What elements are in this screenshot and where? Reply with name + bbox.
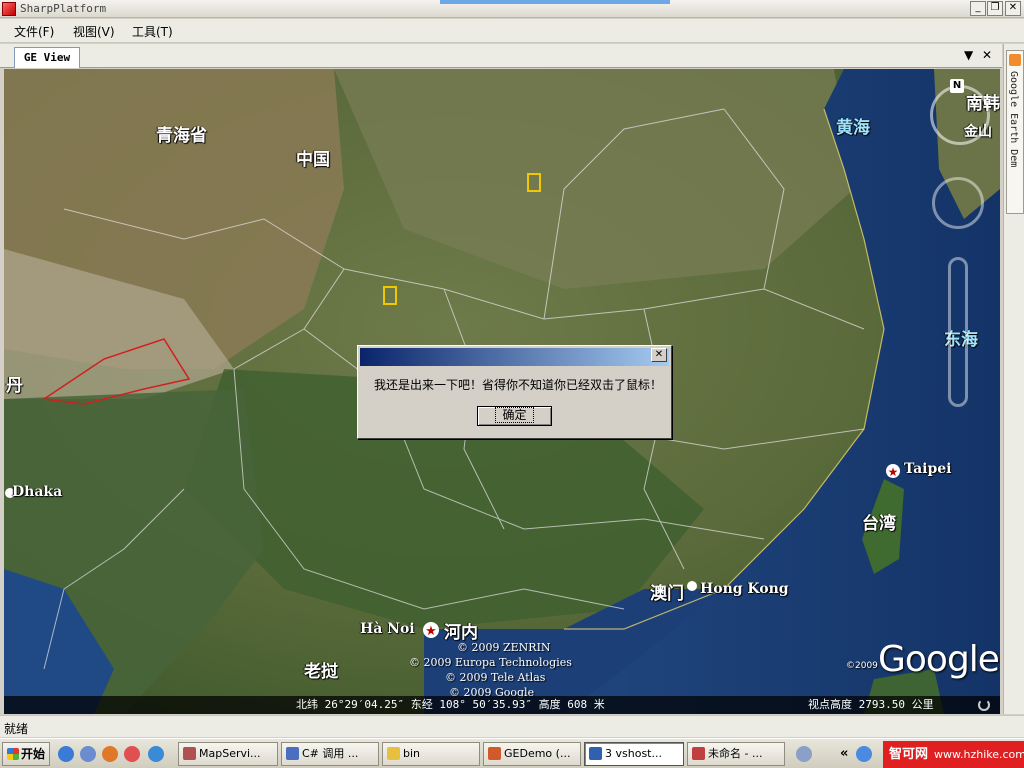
tray-icon[interactable] bbox=[796, 746, 812, 762]
quicklaunch-icon[interactable] bbox=[80, 746, 96, 762]
task-untitled[interactable]: 未命名 - ... bbox=[687, 742, 785, 766]
taskbar: 开始 MapServi... C# 调用 ... bin GEDemo (...… bbox=[0, 738, 1024, 768]
message-dialog: ✕ 我还是出来一下吧！省得你不知道你已经双击了鼠标！ 确定 bbox=[357, 345, 672, 439]
task-mapservice[interactable]: MapServi... bbox=[178, 742, 278, 766]
document-icon bbox=[286, 747, 299, 760]
network-icon[interactable] bbox=[856, 746, 872, 762]
minimize-button[interactable]: _ bbox=[970, 1, 986, 16]
google-copyright: ©2009 bbox=[846, 661, 878, 671]
tab-dropdown-icon[interactable]: ▼ bbox=[964, 48, 973, 62]
svg-text:★: ★ bbox=[888, 465, 899, 479]
task-csharp[interactable]: C# 调用 ... bbox=[281, 742, 379, 766]
folder-icon bbox=[387, 747, 400, 760]
window-title: SharpPlatform bbox=[20, 2, 107, 15]
dialog-title-bar[interactable] bbox=[360, 348, 669, 366]
google-logo: Google bbox=[878, 639, 1000, 680]
start-button[interactable]: 开始 bbox=[2, 742, 50, 766]
move-ring-control[interactable] bbox=[932, 177, 984, 229]
task-label: GEDemo (... bbox=[504, 747, 571, 760]
paint-icon bbox=[692, 747, 705, 760]
watermark: 智可网 www.hzhike.com bbox=[883, 741, 1024, 768]
map-copyright: © 2009 ZENRIN © 2009 Europa Technologies… bbox=[409, 640, 572, 700]
tab-close-icon[interactable]: ✕ bbox=[982, 48, 992, 62]
svg-text:★: ★ bbox=[425, 624, 437, 639]
menu-bar: 文件(F) 视图(V) 工具(T) bbox=[0, 19, 1024, 43]
label-qinghai: 青海省 bbox=[156, 126, 207, 146]
label-taipei: Taipei bbox=[904, 461, 952, 477]
right-dock-strip: Google Earth Dem bbox=[1003, 44, 1024, 714]
label-yellow-sea: 黄海 bbox=[836, 118, 870, 138]
copyright-line: © 2009 Europa Technologies bbox=[409, 656, 572, 669]
task-label: MapServi... bbox=[199, 747, 261, 760]
dialog-close-button[interactable]: ✕ bbox=[651, 348, 667, 362]
app-icon bbox=[488, 747, 501, 760]
dock-tab-label: Google Earth Dem bbox=[1008, 71, 1019, 168]
start-label: 开始 bbox=[21, 747, 46, 761]
look-ring-control[interactable] bbox=[930, 85, 990, 145]
navigation-controls[interactable]: N bbox=[924, 79, 1000, 407]
task-label: 未命名 - ... bbox=[708, 747, 763, 760]
app-icon bbox=[183, 747, 196, 760]
task-label: 3 vshost... bbox=[605, 747, 662, 760]
tab-ge-view[interactable]: GE View bbox=[14, 47, 80, 68]
app-icon bbox=[2, 2, 16, 16]
task-bin[interactable]: bin bbox=[382, 742, 480, 766]
rss-icon bbox=[1009, 54, 1021, 66]
task-label: bin bbox=[403, 747, 421, 760]
dialog-message: 我还是出来一下吧！省得你不知道你已经双击了鼠标！ bbox=[374, 378, 663, 392]
label-hong-kong: Hong Kong bbox=[700, 581, 789, 597]
north-icon[interactable]: N bbox=[950, 79, 964, 93]
task-gedemo[interactable]: GEDemo (... bbox=[483, 742, 581, 766]
menu-file[interactable]: 文件(F) bbox=[14, 23, 54, 40]
system-tray: « bbox=[790, 742, 884, 766]
ok-button[interactable]: 确定 bbox=[477, 406, 552, 426]
coordinate-readout: 北纬 26°29′04.25″ 东经 108° 50′35.93″ 高度 608… bbox=[296, 698, 605, 711]
ok-button-label: 确定 bbox=[495, 407, 534, 423]
app-status-bar: 就绪 bbox=[0, 715, 1024, 737]
title-bar[interactable]: SharpPlatform _ ❐ ✕ bbox=[0, 0, 1024, 18]
title-highlight bbox=[440, 0, 670, 4]
zoom-slider[interactable] bbox=[948, 257, 968, 407]
document-tab-bar: GE View ▼ ✕ bbox=[0, 44, 1002, 68]
copyright-line: © 2009 ZENRIN bbox=[457, 641, 551, 654]
copyright-line: © 2009 Tele Atlas bbox=[445, 671, 546, 684]
windows-flag-icon bbox=[7, 748, 19, 760]
media-icon[interactable] bbox=[102, 746, 118, 762]
label-china: 中国 bbox=[296, 150, 330, 170]
menu-tools[interactable]: 工具(T) bbox=[132, 23, 173, 40]
ie-icon[interactable] bbox=[58, 746, 74, 762]
tray-expand-icon[interactable]: « bbox=[840, 746, 848, 761]
close-window-button[interactable]: ✕ bbox=[1005, 1, 1021, 16]
dock-tab-google-earth[interactable]: Google Earth Dem bbox=[1006, 50, 1024, 214]
label-taiwan: 台湾 bbox=[862, 514, 896, 534]
task-vshost[interactable]: 3 vshost... bbox=[584, 742, 684, 766]
label-bhutan: 丹 bbox=[6, 376, 23, 396]
window-icon bbox=[589, 747, 602, 760]
loading-spinner-icon bbox=[978, 699, 990, 711]
map-status-bar: 北纬 26°29′04.25″ 东经 108° 50′35.93″ 高度 608… bbox=[4, 696, 1000, 714]
label-hanoi: Hà Noi bbox=[360, 621, 415, 637]
label-macau: 澳门 bbox=[650, 584, 684, 604]
browser-icon[interactable] bbox=[124, 746, 140, 762]
restore-button[interactable]: ❐ bbox=[987, 1, 1003, 16]
eye-altitude-readout: 视点高度 2793.50 公里 bbox=[808, 698, 934, 711]
label-dhaka: Dhaka bbox=[12, 484, 63, 500]
ie2-icon[interactable] bbox=[148, 746, 164, 762]
watermark-brand: 智可网 bbox=[889, 747, 929, 762]
label-laos: 老挝 bbox=[304, 662, 338, 682]
menu-view[interactable]: 视图(V) bbox=[73, 23, 115, 40]
task-label: C# 调用 ... bbox=[302, 747, 359, 760]
status-text: 就绪 bbox=[4, 722, 29, 736]
watermark-url: www.hzhike.com bbox=[934, 748, 1024, 761]
